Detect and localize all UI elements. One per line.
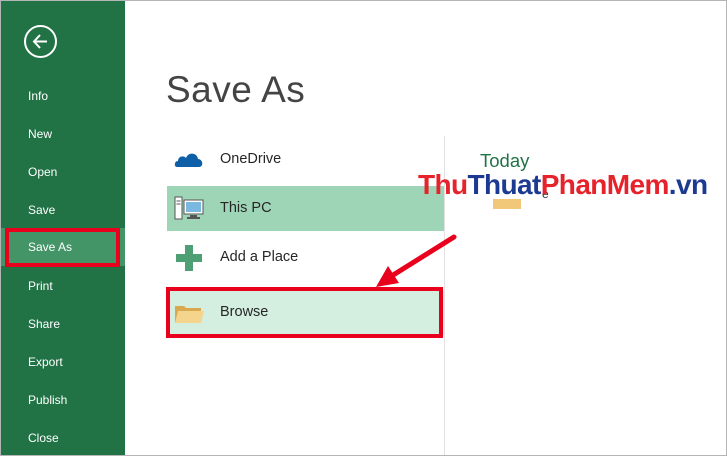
backstage-window: Info New Open Save Save As Print Share E…: [0, 0, 727, 456]
sidebar-item-info[interactable]: Info: [1, 77, 125, 115]
sidebar-item-save[interactable]: Save: [1, 191, 125, 229]
location-label: OneDrive: [220, 151, 282, 167]
back-arrow-icon: [32, 34, 47, 49]
watermark-part: PhanMem: [540, 169, 670, 200]
plus-icon: [176, 245, 202, 271]
annotation-arrow-icon: [376, 234, 457, 287]
computer-icon: [174, 196, 204, 220]
sidebar-item-new[interactable]: New: [1, 115, 125, 153]
page-title: Save As: [166, 69, 306, 110]
save-as-highlight-box: [5, 228, 120, 267]
sidebar-item-print[interactable]: Print: [1, 267, 125, 305]
watermark: ThuThuatPhanMem.vn: [418, 169, 708, 201]
sidebar-item-publish[interactable]: Publish: [1, 381, 125, 419]
cloud-icon: [174, 153, 203, 167]
sidebar-item-share[interactable]: Share: [1, 305, 125, 343]
back-button[interactable]: [24, 25, 57, 58]
location-onedrive[interactable]: OneDrive: [167, 137, 444, 182]
watermark-part: .vn: [668, 169, 708, 200]
sidebar-item-close[interactable]: Close: [1, 419, 125, 455]
sidebar-item-open[interactable]: Open: [1, 153, 125, 191]
location-this-pc[interactable]: This PC: [167, 186, 444, 231]
watermark-part: Thu: [418, 169, 468, 200]
sidebar-item-export[interactable]: Export: [1, 343, 125, 381]
watermark-part: Thuat: [467, 169, 542, 200]
location-label: Add a Place: [220, 249, 299, 265]
location-label: This PC: [220, 200, 272, 216]
